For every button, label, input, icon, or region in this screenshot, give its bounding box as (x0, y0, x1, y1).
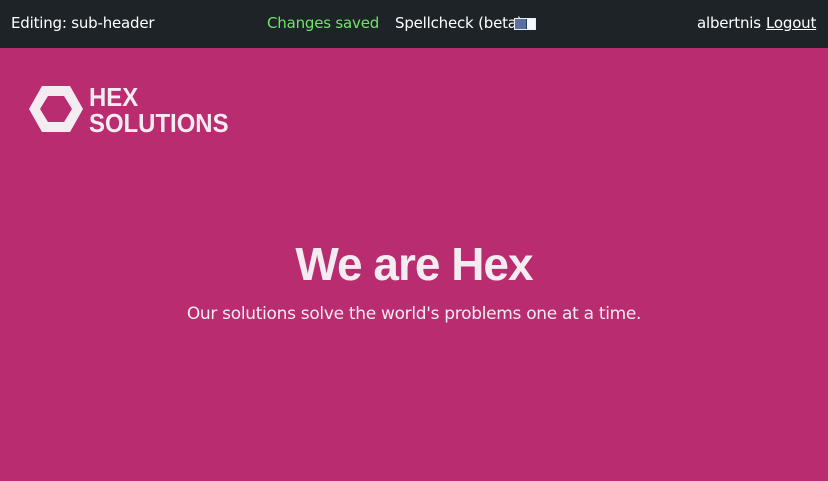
hexagon-icon (29, 86, 83, 132)
editing-label: Editing: sub-header (11, 14, 155, 32)
logo-text-line1: HEX (89, 82, 139, 112)
spellcheck-label[interactable]: Spellcheck (beta) (395, 14, 523, 32)
save-status: Changes saved (267, 14, 380, 32)
logout-link[interactable]: Logout (766, 14, 816, 32)
editor-toolbar: Editing: sub-header Changes saved Spellc… (0, 0, 828, 48)
hex-solutions-logo[interactable]: HEX SOLUTIONS (28, 84, 248, 140)
toggle-knob (526, 19, 535, 29)
logo-text-line2: SOLUTIONS (89, 108, 229, 138)
hero-subtitle: Our solutions solve the world's problems… (186, 304, 642, 324)
username: albertnis (697, 14, 761, 32)
spellcheck-toggle[interactable] (514, 18, 536, 30)
hero-title: We are Hex (295, 238, 533, 290)
